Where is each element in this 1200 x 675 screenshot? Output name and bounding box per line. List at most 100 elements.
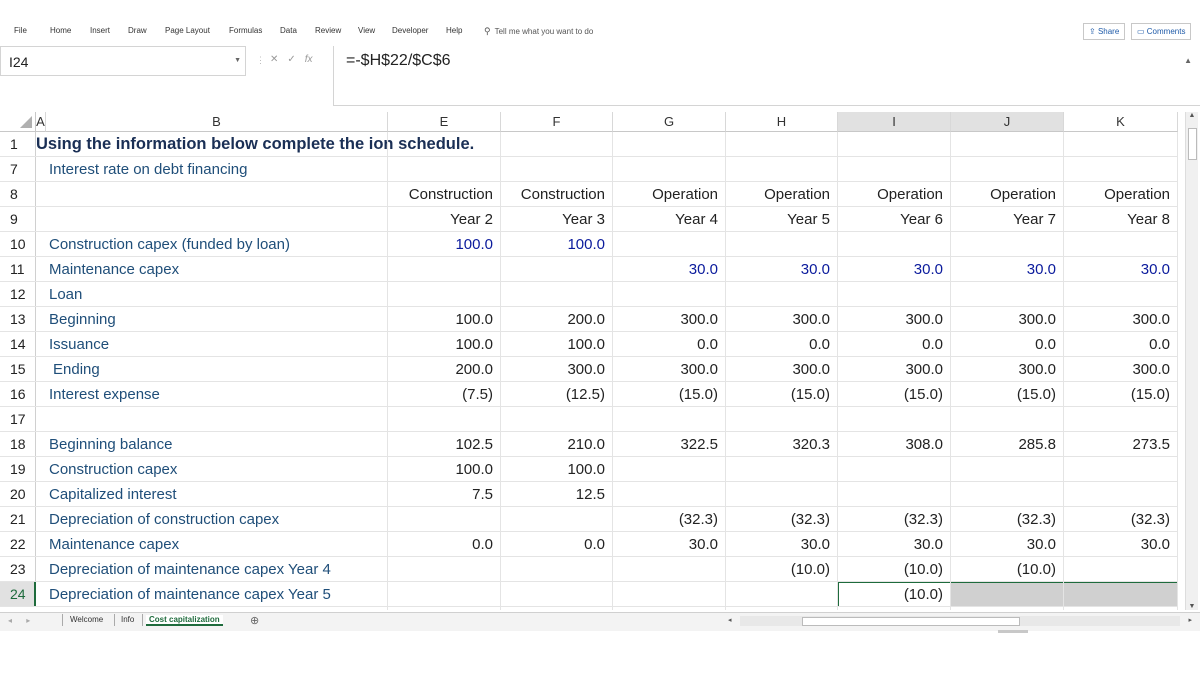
grid-cell[interactable]: 300.0 — [726, 357, 838, 381]
chevron-down-icon[interactable]: ▼ — [234, 57, 241, 64]
grid-cell[interactable] — [1064, 157, 1178, 181]
sheet-tab-info[interactable]: Info — [121, 615, 134, 624]
grid-cell[interactable]: 7.5 — [388, 482, 501, 506]
column-header-f[interactable]: F — [501, 112, 613, 132]
grid-cell[interactable] — [951, 482, 1064, 506]
grid-cell[interactable]: 300.0 — [951, 357, 1064, 381]
grid-cell[interactable] — [951, 582, 1064, 606]
row-label[interactable]: Issuance — [49, 332, 109, 356]
formula-input[interactable]: =-$H$22/$C$6 — [333, 46, 1200, 106]
grid-cell[interactable]: Operation — [838, 182, 951, 206]
grid-cell[interactable] — [838, 232, 951, 256]
row-header[interactable]: 14 — [0, 332, 36, 356]
grid-cell[interactable]: 322.5 — [613, 432, 726, 456]
grid-cell[interactable]: 273.5 — [1064, 432, 1178, 456]
grid-cell[interactable] — [726, 232, 838, 256]
grid-cell[interactable]: 300.0 — [951, 307, 1064, 331]
grid-cell[interactable]: Construction — [501, 182, 613, 206]
grid-cell[interactable]: 100.0 — [388, 232, 501, 256]
tab-help[interactable]: Help — [446, 26, 462, 35]
grid-cell[interactable]: (15.0) — [726, 382, 838, 406]
column-header-h[interactable]: H — [726, 112, 838, 132]
grid-cell[interactable] — [1064, 582, 1178, 606]
grid-cell[interactable] — [726, 132, 838, 156]
grid-cell[interactable]: 30.0 — [951, 532, 1064, 556]
row-label[interactable]: Maintenance capex — [49, 257, 179, 281]
row-header[interactable]: 7 — [0, 157, 36, 181]
insert-function-icon[interactable]: fx — [305, 54, 313, 65]
grid-cell[interactable] — [501, 132, 613, 156]
grid-cell[interactable] — [388, 157, 501, 181]
row-label[interactable]: Capitalized interest — [49, 482, 177, 506]
row-header[interactable]: 17 — [0, 407, 36, 431]
tab-developer[interactable]: Developer — [392, 26, 428, 35]
grid-cell[interactable]: 30.0 — [1064, 257, 1178, 281]
grid-cell[interactable]: 300.0 — [1064, 357, 1178, 381]
grid-cell[interactable] — [838, 457, 951, 481]
scroll-left-icon[interactable]: ◂ — [728, 616, 732, 624]
column-header-e[interactable]: E — [388, 112, 501, 132]
grid-cell[interactable] — [951, 232, 1064, 256]
grid-cell[interactable]: 308.0 — [838, 432, 951, 456]
grid-cell[interactable] — [838, 157, 951, 181]
row-header[interactable]: 8 — [0, 182, 36, 206]
grid-cell[interactable]: (15.0) — [951, 382, 1064, 406]
row-header[interactable]: 24 — [0, 582, 36, 606]
grid-cell[interactable]: Year 4 — [613, 207, 726, 231]
row-header[interactable]: 19 — [0, 457, 36, 481]
row-label[interactable]: Interest rate on debt financing — [49, 157, 247, 181]
grid-cell[interactable]: 30.0 — [838, 257, 951, 281]
row-header[interactable]: 16 — [0, 382, 36, 406]
tab-home[interactable]: Home — [50, 26, 71, 35]
grid-cell[interactable]: 100.0 — [388, 332, 501, 356]
grid-cell[interactable]: 300.0 — [838, 357, 951, 381]
grid-cell[interactable]: 100.0 — [388, 307, 501, 331]
grid-cell[interactable]: 100.0 — [388, 457, 501, 481]
grid-cell[interactable]: 300.0 — [1064, 307, 1178, 331]
grid-cell[interactable] — [951, 157, 1064, 181]
grid-cell[interactable] — [613, 582, 726, 606]
grid-cell[interactable]: 30.0 — [951, 257, 1064, 281]
grid-cell[interactable]: 300.0 — [501, 357, 613, 381]
grid-cell[interactable] — [613, 482, 726, 506]
grid-cell[interactable] — [1064, 557, 1178, 581]
grid-cell[interactable] — [838, 282, 951, 306]
row-header[interactable]: 11 — [0, 257, 36, 281]
grid-cell[interactable]: Year 6 — [838, 207, 951, 231]
drag-handle-icon[interactable]: ⋮ — [256, 55, 265, 66]
horizontal-scroll-thumb[interactable] — [802, 617, 1020, 626]
grid-cell[interactable]: 30.0 — [838, 532, 951, 556]
grid-cell[interactable]: 300.0 — [726, 307, 838, 331]
row-header[interactable]: 15 — [0, 357, 36, 381]
grid-cell[interactable]: 12.5 — [501, 482, 613, 506]
grid-cell[interactable]: Year 8 — [1064, 207, 1178, 231]
scroll-right-icon[interactable]: ▸ — [1188, 616, 1192, 624]
grid-cell[interactable]: (32.3) — [726, 507, 838, 531]
column-header-j[interactable]: J — [951, 112, 1064, 132]
grid-cell[interactable]: 200.0 — [388, 357, 501, 381]
row-header[interactable]: 18 — [0, 432, 36, 456]
grid-cell[interactable]: 100.0 — [501, 457, 613, 481]
grid-cell[interactable]: Operation — [951, 182, 1064, 206]
column-header-g[interactable]: G — [613, 112, 726, 132]
grid-cell[interactable] — [1064, 482, 1178, 506]
grid-cell[interactable]: Year 3 — [501, 207, 613, 231]
comments-button[interactable]: ▭ Comments — [1131, 23, 1192, 40]
grid-cell[interactable]: 300.0 — [613, 307, 726, 331]
grid-cell[interactable] — [388, 407, 501, 431]
grid-cell[interactable] — [613, 282, 726, 306]
tab-file[interactable]: File — [14, 26, 27, 35]
row-label[interactable]: Maintenance capex — [49, 532, 179, 556]
sheet-nav-arrows-icon[interactable]: ◂ ▸ — [8, 616, 36, 625]
grid-cell[interactable] — [501, 407, 613, 431]
row-label[interactable]: Depreciation of maintenance capex Year 5 — [49, 582, 331, 606]
grid-cell[interactable]: (10.0) — [951, 557, 1064, 581]
grid-cell[interactable]: 102.5 — [388, 432, 501, 456]
grid-cell[interactable]: (32.3) — [838, 507, 951, 531]
grid-cell[interactable]: 100.0 — [501, 232, 613, 256]
grid-cell[interactable]: 30.0 — [613, 532, 726, 556]
grid-cell[interactable] — [838, 482, 951, 506]
grid-cell[interactable]: (15.0) — [613, 382, 726, 406]
sheet-tab-welcome[interactable]: Welcome — [70, 615, 103, 624]
grid-cell[interactable] — [726, 457, 838, 481]
